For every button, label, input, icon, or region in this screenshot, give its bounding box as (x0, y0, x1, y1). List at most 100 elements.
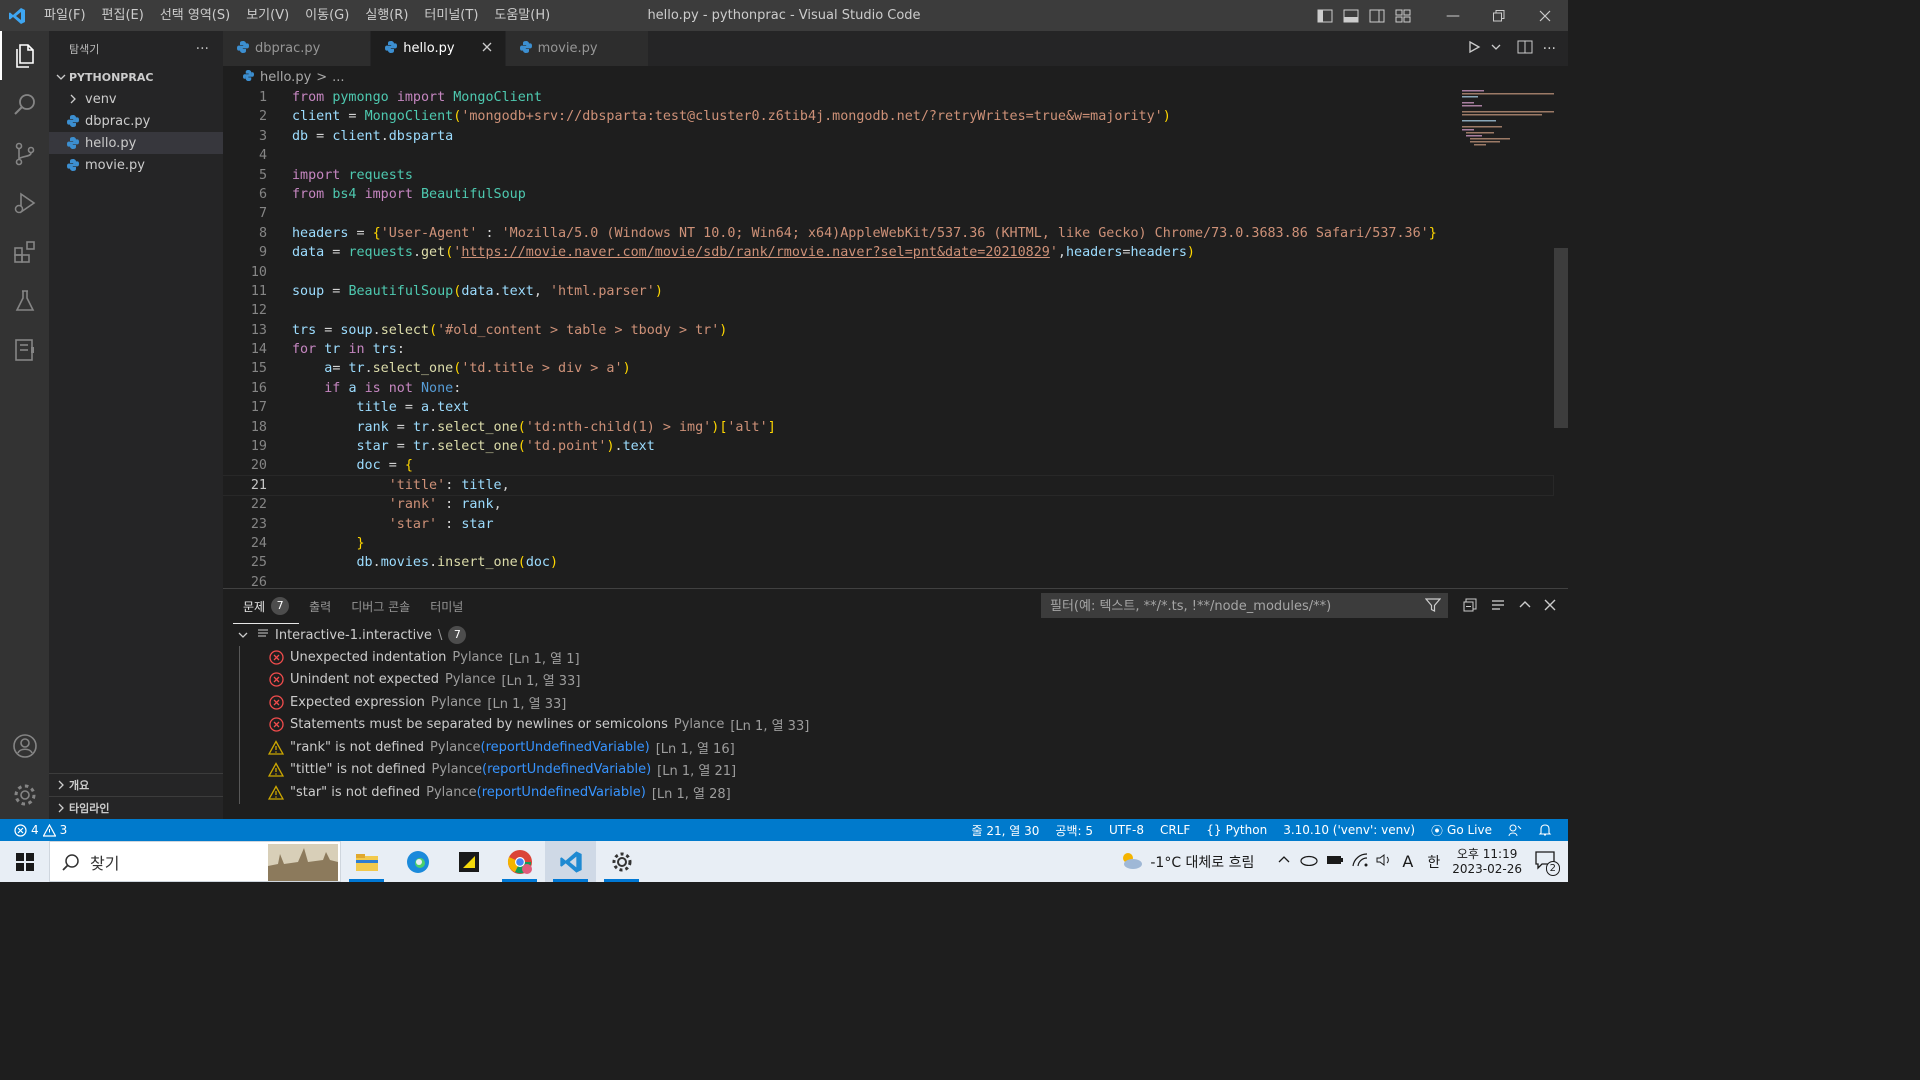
menu-item[interactable]: 선택 영역(S) (152, 0, 238, 31)
end-of-line[interactable]: CRLF (1152, 823, 1198, 837)
customize-layout-icon[interactable] (1390, 0, 1416, 31)
problem-row[interactable]: Expected expression Pylance [Ln 1, 열 33] (223, 691, 1568, 714)
source-control-icon[interactable] (0, 129, 49, 178)
problem-code-link[interactable]: reportUndefinedVariable (486, 740, 645, 755)
settings-gear-icon[interactable] (0, 770, 49, 819)
menu-item[interactable]: 이동(G) (297, 0, 357, 31)
onedrive-cloud-icon[interactable] (1300, 854, 1319, 870)
collapse-all-icon[interactable] (1462, 597, 1478, 617)
chevron-up-icon[interactable] (1278, 854, 1290, 870)
weather-cloud-icon[interactable] (1118, 849, 1144, 875)
taskbar-clock[interactable]: 오후 11:19 2023-02-26 (1440, 847, 1534, 877)
encoding[interactable]: UTF-8 (1101, 823, 1152, 837)
problems-status[interactable]: 4 3 (14, 823, 67, 837)
toggle-secondary-sidebar-icon[interactable] (1364, 0, 1390, 31)
problem-code-link[interactable]: reportUndefinedVariable (487, 762, 646, 777)
problem-row[interactable]: Unindent not expected Pylance [Ln 1, 열 33] (223, 669, 1568, 692)
language-mode[interactable]: {} Python (1198, 823, 1275, 837)
run-dropdown-icon[interactable] (1491, 41, 1501, 56)
testing-icon[interactable] (0, 276, 49, 325)
panel-tab[interactable]: 디버그 콘솔 (341, 589, 420, 624)
close-window-button[interactable] (1522, 0, 1568, 31)
more-actions-icon[interactable]: ··· (196, 41, 209, 57)
python-interpreter[interactable]: 3.10.10 ('venv': venv) (1275, 823, 1423, 837)
run-python-file-icon[interactable] (1467, 40, 1481, 58)
chrome-browser-icon[interactable] (494, 841, 545, 882)
menu-item[interactable]: 보기(V) (238, 0, 297, 31)
editor-scroll-thumb[interactable] (1554, 248, 1568, 428)
sticky-notes-icon[interactable] (443, 841, 494, 882)
problem-row[interactable]: Unexpected indentation Pylance [Ln 1, 열 1] (223, 646, 1568, 669)
close-tab-icon[interactable] (479, 41, 495, 56)
problem-row[interactable]: Statements must be separated by newlines… (223, 714, 1568, 737)
editor-scrollbar[interactable] (1554, 88, 1568, 588)
explorer-item[interactable]: dbprac.py (49, 110, 223, 132)
edge-browser-icon[interactable] (392, 841, 443, 882)
menu-item[interactable]: 편집(E) (94, 0, 152, 31)
problems-filter-input[interactable]: 필터(예: 텍스트, **/*.ts, !**/node_modules/**) (1041, 593, 1448, 618)
code-editor[interactable]: 1 from pymongo import MongoClient 2 client … (223, 88, 1554, 588)
menu-item[interactable]: 도움말(H) (486, 0, 558, 31)
problem-code-link[interactable]: reportUndefinedVariable (482, 785, 641, 800)
editor-tab[interactable]: hello.py (371, 31, 506, 66)
go-live-button[interactable]: ⦿ Go Live (1423, 822, 1500, 839)
weather-text[interactable]: -1°C 대체로 흐림 (1150, 852, 1254, 872)
notification-center-icon[interactable]: 2 (1534, 850, 1560, 876)
menu-item[interactable]: 실행(R) (357, 0, 416, 31)
editor-more-actions-icon[interactable]: ··· (1543, 41, 1556, 57)
toggle-primary-sidebar-icon[interactable] (1312, 0, 1338, 31)
wifi-icon[interactable] (1352, 852, 1368, 871)
minimap[interactable] (1458, 88, 1554, 148)
accounts-icon[interactable] (0, 721, 49, 770)
panel-tab[interactable]: 터미널 (420, 589, 473, 624)
explorer-item[interactable]: movie.py (49, 154, 223, 176)
restore-button[interactable] (1476, 0, 1522, 31)
problem-row[interactable]: "rank" is not defined Pylance(reportUndef… (223, 736, 1568, 759)
volume-icon[interactable] (1376, 853, 1392, 871)
battery-icon[interactable] (1326, 854, 1344, 870)
ime-mode[interactable]: A (1402, 852, 1413, 871)
toggle-panel-icon[interactable] (1338, 0, 1364, 31)
view-as-table-icon[interactable] (1490, 597, 1506, 617)
breadcrumb-file[interactable]: hello.py (260, 70, 311, 85)
split-editor-icon[interactable] (1517, 40, 1533, 58)
chevron-right-icon (65, 94, 81, 104)
feedback-icon[interactable] (1500, 823, 1530, 837)
windows-start-icon[interactable] (0, 841, 49, 882)
notifications-bell-icon[interactable] (1530, 823, 1560, 837)
ime-language[interactable]: 한 (1427, 852, 1440, 872)
panel-tab[interactable]: 출력 (299, 589, 341, 624)
filter-icon[interactable] (1424, 597, 1442, 622)
minimize-button[interactable]: — (1430, 0, 1476, 31)
maximize-panel-icon[interactable] (1518, 598, 1532, 616)
taskbar-search-box[interactable]: 찾기 (49, 841, 341, 882)
search-icon[interactable] (0, 80, 49, 129)
line-text: client = MongoClient('mongodb+srv://dbsp… (292, 109, 1171, 125)
problem-row[interactable]: "tittle" is not defined Pylance(reportUnd… (223, 759, 1568, 782)
explorer-item[interactable]: venv (49, 88, 223, 110)
breadcrumb-symbols[interactable]: ... (332, 70, 344, 85)
editor-tab[interactable]: dbprac.py (223, 31, 372, 66)
problem-group[interactable]: Interactive-1.interactive \ 7 (223, 624, 1568, 646)
explorer-item[interactable]: hello.py (49, 132, 223, 154)
indentation[interactable]: 공백: 5 (1047, 822, 1101, 839)
panel-tab[interactable]: 문제 7 (233, 589, 300, 624)
menu-item[interactable]: 터미널(T) (416, 0, 486, 31)
settings-taskbar-icon[interactable] (596, 841, 647, 882)
vscode-taskbar-icon[interactable] (545, 841, 596, 882)
run-debug-icon[interactable] (0, 178, 49, 227)
cursor-position[interactable]: 줄 21, 열 30 (964, 822, 1048, 839)
close-panel-icon[interactable] (1544, 599, 1556, 615)
timeline-section[interactable]: 타임라인 (49, 796, 223, 819)
explorer-icon[interactable] (0, 31, 49, 80)
file-explorer-icon[interactable] (341, 841, 392, 882)
remote-explorer-icon[interactable] (0, 325, 49, 374)
editor-tab[interactable]: movie.py (505, 31, 649, 66)
folder-header[interactable]: PYTHONPRAC (49, 66, 223, 88)
menu-item[interactable]: 파일(F) (36, 0, 94, 31)
line-text: rank = tr.select_one('td:nth-child(1) > … (356, 419, 776, 435)
problem-row[interactable]: "star" is not defined Pylance(reportUndef… (223, 781, 1568, 804)
extensions-icon[interactable] (0, 227, 49, 276)
outline-section[interactable]: 개요 (49, 773, 223, 796)
code-line: 17 title = a.text (223, 398, 1553, 417)
